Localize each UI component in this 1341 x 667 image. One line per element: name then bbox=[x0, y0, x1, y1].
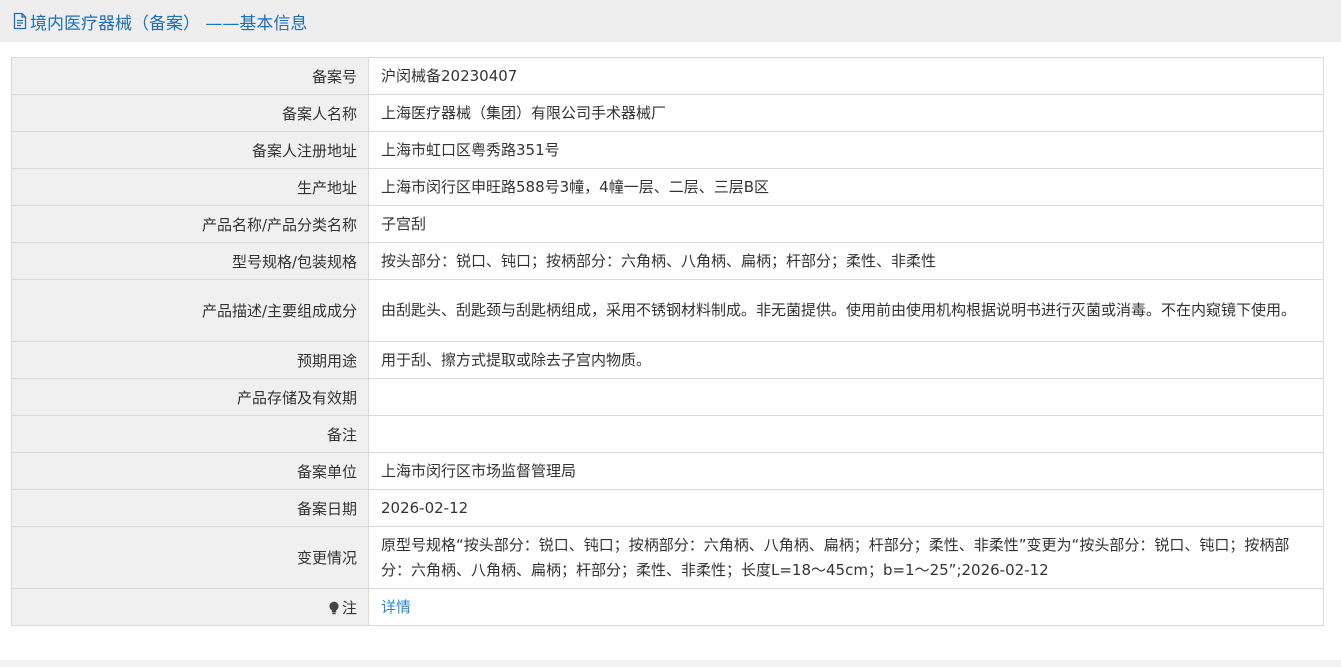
row-label: 型号规格/包装规格 bbox=[11, 242, 369, 280]
row-label: 备案人名称 bbox=[11, 94, 369, 132]
row-label: 备案日期 bbox=[11, 489, 369, 527]
row-label: 备案号 bbox=[11, 57, 369, 95]
row-label: 生产地址 bbox=[11, 168, 369, 206]
row-value: 2026-02-12 bbox=[368, 489, 1324, 527]
row-label: 产品存储及有效期 bbox=[11, 378, 369, 416]
row-value: 按头部分：锐口、钝口；按柄部分：六角柄、八角柄、扁柄；杆部分；柔性、非柔性 bbox=[368, 242, 1324, 280]
row-value: 上海市闵行区市场监督管理局 bbox=[368, 452, 1324, 490]
detail-table: 备案号 沪闵械备20230407 备案人名称 上海医疗器械（集团）有限公司手术器… bbox=[11, 57, 1324, 626]
row-value bbox=[368, 378, 1324, 416]
table-row: 型号规格/包装规格 按头部分：锐口、钝口；按柄部分：六角柄、八角柄、扁柄；杆部分… bbox=[11, 242, 1324, 280]
title-bar: 境内医疗器械（备案） ——基本信息 bbox=[0, 0, 1341, 42]
row-label: 变更情况 bbox=[11, 526, 369, 589]
table-row: 备案人名称 上海医疗器械（集团）有限公司手术器械厂 bbox=[11, 94, 1324, 132]
row-value: 原型号规格“按头部分：锐口、钝口；按柄部分：六角柄、八角柄、扁柄；杆部分；柔性、… bbox=[368, 526, 1324, 589]
row-value: 沪闵械备20230407 bbox=[368, 57, 1324, 95]
note-value: 详情 bbox=[368, 588, 1324, 626]
details-link[interactable]: 详情 bbox=[381, 598, 411, 616]
table-row: 产品描述/主要组成成分 由刮匙头、刮匙颈与刮匙柄组成，采用不锈钢材料制成。非无菌… bbox=[11, 279, 1324, 342]
page: 境内医疗器械（备案） ——基本信息 备案号 沪闵械备20230407 备案人名称… bbox=[0, 0, 1341, 667]
row-value: 由刮匙头、刮匙颈与刮匙柄组成，采用不锈钢材料制成。非无菌提供。使用前由使用机构根… bbox=[368, 279, 1324, 342]
row-value: 上海市虹口区粤秀路351号 bbox=[368, 131, 1324, 169]
table-row: 备案单位 上海市闵行区市场监督管理局 bbox=[11, 452, 1324, 490]
table-row: 生产地址 上海市闵行区申旺路588号3幢，4幢一层、二层、三层B区 bbox=[11, 168, 1324, 206]
table-row: 备案人注册地址 上海市虹口区粤秀路351号 bbox=[11, 131, 1324, 169]
table-row: 备案日期 2026-02-12 bbox=[11, 489, 1324, 527]
row-label: 备案单位 bbox=[11, 452, 369, 490]
note-row: 注 详情 bbox=[11, 588, 1324, 626]
row-label: 产品描述/主要组成成分 bbox=[11, 279, 369, 342]
page-title: 境内医疗器械（备案） ——基本信息 bbox=[30, 13, 308, 34]
row-value: 子宫刮 bbox=[368, 205, 1324, 243]
row-label: 备案人注册地址 bbox=[11, 131, 369, 169]
note-label-text: 注 bbox=[341, 598, 357, 617]
document-icon bbox=[12, 12, 28, 30]
table-row: 产品存储及有效期 bbox=[11, 378, 1324, 416]
row-value bbox=[368, 415, 1324, 453]
row-value: 上海市闵行区申旺路588号3幢，4幢一层、二层、三层B区 bbox=[368, 168, 1324, 206]
detail-panel: 备案号 沪闵械备20230407 备案人名称 上海医疗器械（集团）有限公司手术器… bbox=[0, 42, 1341, 660]
bottom-strip bbox=[0, 660, 1341, 667]
table-row: 变更情况 原型号规格“按头部分：锐口、钝口；按柄部分：六角柄、八角柄、扁柄；杆部… bbox=[11, 526, 1324, 589]
row-label: 预期用途 bbox=[11, 341, 369, 379]
table-row: 产品名称/产品分类名称 子宫刮 bbox=[11, 205, 1324, 243]
table-row: 备注 bbox=[11, 415, 1324, 453]
table-row: 预期用途 用于刮、擦方式提取或除去子宫内物质。 bbox=[11, 341, 1324, 379]
row-label: 产品名称/产品分类名称 bbox=[11, 205, 369, 243]
row-label: 备注 bbox=[11, 415, 369, 453]
row-value: 上海医疗器械（集团）有限公司手术器械厂 bbox=[368, 94, 1324, 132]
note-label: 注 bbox=[11, 588, 369, 626]
row-value: 用于刮、擦方式提取或除去子宫内物质。 bbox=[368, 341, 1324, 379]
table-row: 备案号 沪闵械备20230407 bbox=[11, 57, 1324, 95]
lightbulb-icon bbox=[328, 601, 340, 615]
